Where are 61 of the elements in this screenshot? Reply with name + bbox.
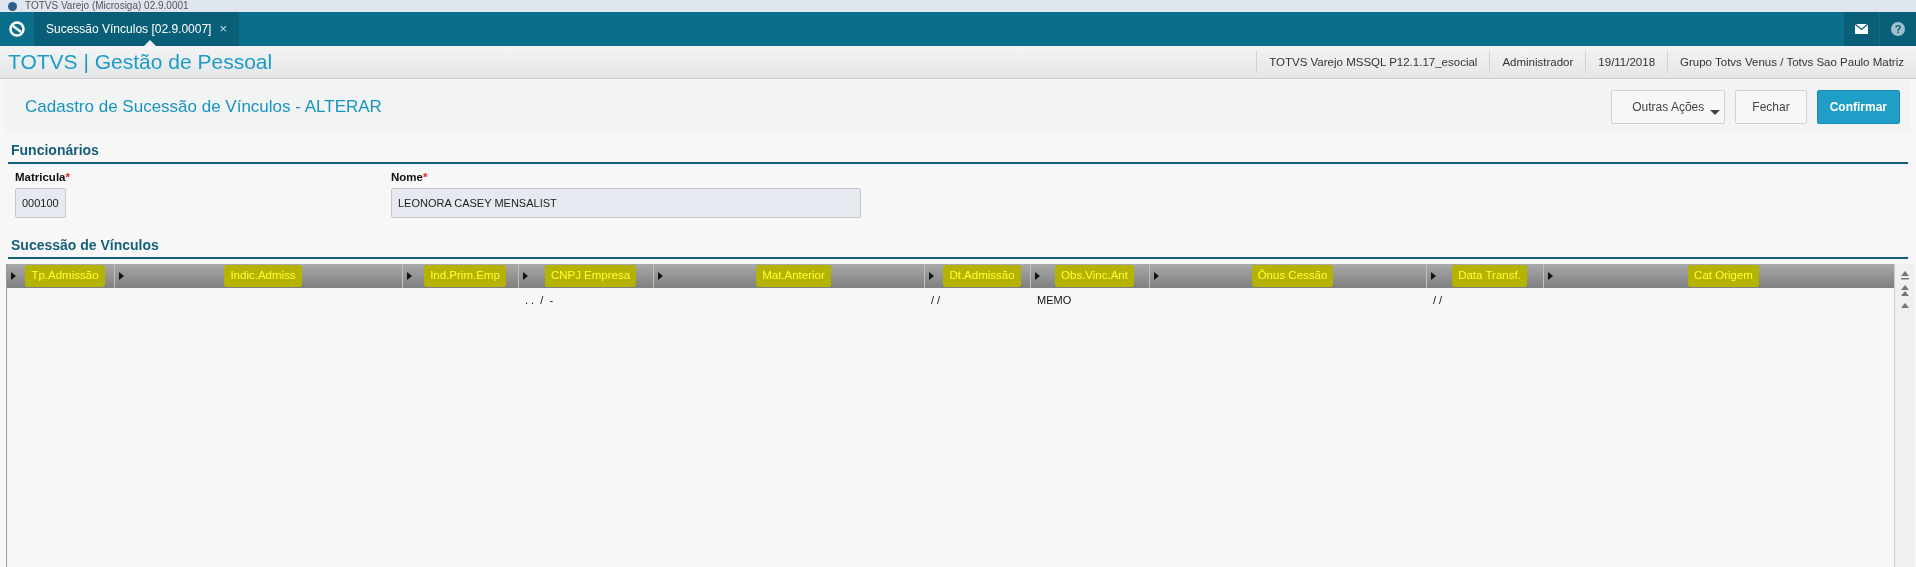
column-header[interactable]: Dt.Admissão: [925, 264, 1031, 288]
column-label: Dt.Admissão: [943, 265, 1021, 287]
column-header[interactable]: Mat.Anterior: [654, 264, 925, 288]
column-label: Indic.Admiss: [224, 265, 302, 287]
action-button[interactable]: Outras Ações: [1611, 89, 1726, 124]
column-label: Ind.Prim.Emp: [424, 265, 506, 287]
scroll-up-icon[interactable]: [1899, 302, 1910, 310]
triangle-icon: [1154, 272, 1159, 280]
column-header[interactable]: CNPJ Empresa: [519, 264, 654, 288]
app-title: TOTVS | Gestão de Pessoal: [8, 49, 273, 76]
action-button[interactable]: Fechar: [1735, 89, 1807, 124]
column-label: Tp.Admissão: [25, 265, 105, 287]
column-header[interactable]: Tp.Admissão: [7, 264, 115, 288]
column-label: Obs.Vinc.Ant: [1055, 265, 1134, 287]
table-cell: / /: [1433, 293, 1443, 306]
triangle-icon: [119, 272, 124, 280]
table-cell: MEMO: [1037, 293, 1072, 306]
column-header[interactable]: Ônus Cessão: [1150, 264, 1427, 288]
column-header[interactable]: Data Transf.: [1427, 264, 1544, 288]
logo-icon[interactable]: [9, 21, 25, 37]
page-title: Cadastro de Sucessão de Vínculos - ALTERAR: [25, 95, 383, 118]
header-info: Administrador: [1489, 51, 1586, 73]
tab[interactable]: Sucessão Vínculos [02.9.0007] ×: [34, 12, 240, 46]
section-title: Sucessão de Vínculos: [10, 236, 159, 255]
column-label: Mat.Anterior: [756, 265, 831, 287]
header-info: TOTVS Varejo MSSQL P12.1.17_esocial: [1256, 51, 1490, 73]
header-info: Grupo Totvs Venus / Totvs Sao Paulo Matriz: [1667, 51, 1916, 73]
column-label: CNPJ Empresa: [544, 265, 637, 287]
column-header[interactable]: Obs.Vinc.Ant: [1031, 264, 1150, 288]
column-label: Cat Origem: [1688, 265, 1759, 287]
app-icon: [8, 1, 17, 11]
field-label: Nome*: [391, 170, 429, 185]
triangle-icon: [658, 272, 663, 280]
column-header[interactable]: Cat Origem: [1544, 264, 1895, 288]
column-label: Data Transf.: [1452, 265, 1527, 287]
caret-icon: [1710, 109, 1721, 115]
help-icon[interactable]: ?: [1891, 22, 1905, 36]
column-header[interactable]: Indic.Admiss: [115, 264, 403, 288]
page-up-icon[interactable]: [1899, 284, 1910, 298]
table-cell: / /: [931, 293, 941, 306]
column-label: Ônus Cessão: [1251, 265, 1334, 287]
table-cell: . . / -: [525, 293, 554, 306]
scroll-bar[interactable]: [1894, 264, 1914, 567]
window-title: TOTVS Varejo (Microsiga) 02.9.0001: [25, 1, 189, 11]
triangle-icon: [1548, 272, 1553, 280]
column-header[interactable]: Ind.Prim.Emp: [403, 264, 519, 288]
action-button[interactable]: Confirmar: [1816, 89, 1900, 124]
input-field[interactable]: LEONORA CASEY MENSALIST: [391, 188, 861, 219]
triangle-icon: [1431, 272, 1436, 280]
triangle-icon: [407, 272, 412, 280]
triangle-icon: [929, 272, 934, 280]
header-info: 19/11/2018: [1585, 51, 1668, 73]
scroll-top-icon[interactable]: [1899, 270, 1910, 280]
field-label: Matricula*: [15, 170, 71, 185]
input-field[interactable]: 000100: [15, 188, 66, 219]
section-title: Funcionários: [10, 141, 99, 160]
close-icon[interactable]: ×: [219, 19, 228, 39]
mail-icon[interactable]: [1855, 24, 1868, 34]
triangle-icon: [1035, 272, 1040, 280]
triangle-icon: [523, 272, 528, 280]
triangle-icon: [11, 272, 16, 280]
